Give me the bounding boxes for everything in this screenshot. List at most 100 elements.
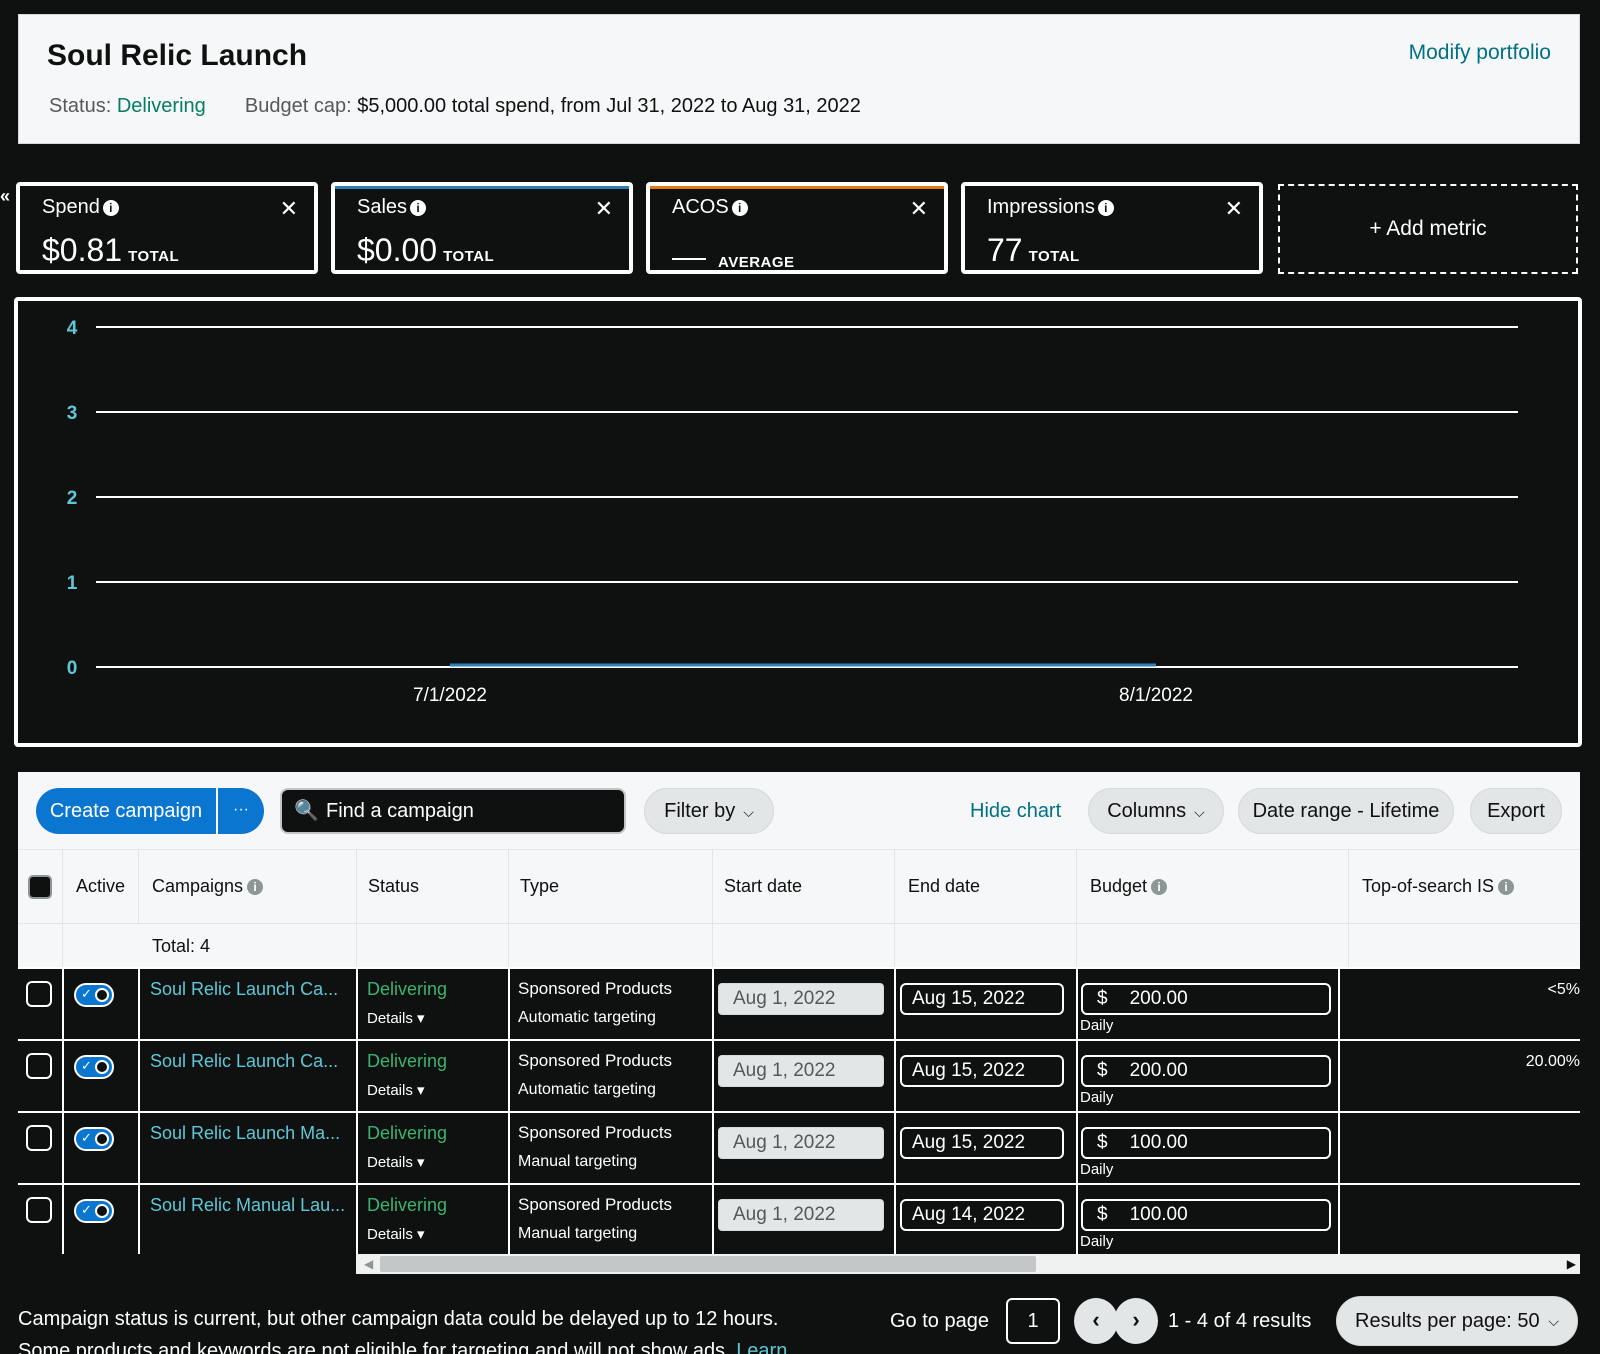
end-date-field[interactable]: Aug 14, 2022: [900, 1199, 1064, 1231]
close-icon[interactable]: ✕: [280, 196, 298, 222]
metric-label: Spend: [42, 196, 100, 218]
active-toggle[interactable]: ✓: [74, 1199, 114, 1223]
campaign-name-link[interactable]: Soul Relic Manual Lau...: [150, 1195, 345, 1216]
campaign-status: Delivering: [367, 1195, 448, 1215]
status-value: Delivering: [116, 95, 206, 117]
close-icon[interactable]: ✕: [910, 196, 928, 222]
budget-input[interactable]: $100.00: [1081, 1199, 1331, 1231]
metric-label: Impressions: [987, 196, 1095, 218]
next-page-button[interactable]: ›: [1114, 1298, 1158, 1344]
info-icon[interactable]: i: [102, 199, 119, 216]
go-to-page-input[interactable]: 1: [1006, 1298, 1060, 1344]
info-icon[interactable]: i: [410, 199, 427, 216]
campaign-targeting: Manual targeting: [518, 1225, 638, 1242]
hide-chart-link[interactable]: Hide chart: [970, 800, 1061, 823]
active-toggle[interactable]: ✓: [74, 983, 114, 1007]
campaign-name-link[interactable]: Soul Relic Launch Ca...: [150, 979, 338, 1000]
empty-value-dash: [672, 257, 706, 260]
y-tick-label: 4: [67, 318, 78, 339]
collapse-panel-icon[interactable]: «: [0, 186, 10, 207]
eligibility-note: Some products and keywords are not eligi…: [18, 1340, 787, 1354]
row-checkbox[interactable]: [26, 981, 52, 1007]
info-icon[interactable]: i: [1498, 879, 1515, 896]
row-checkbox[interactable]: [26, 1197, 52, 1223]
horizontal-scrollbar[interactable]: ◀ ▶: [18, 1254, 1580, 1274]
scroll-right-icon[interactable]: ▶: [1567, 1254, 1576, 1274]
table-row: ✓ Soul Relic Launch Ma... Delivering Det…: [18, 1111, 1580, 1185]
budget-input[interactable]: $100.00: [1081, 1127, 1331, 1159]
campaign-search-input[interactable]: 🔍 Find a campaign: [280, 788, 626, 834]
metric-unit: TOTAL: [128, 248, 180, 265]
learn-more-link[interactable]: Learn: [736, 1340, 787, 1354]
add-metric-button[interactable]: + Add metric: [1278, 184, 1578, 274]
metric-value: $0.00: [357, 232, 438, 268]
chevron-down-icon: ⌵: [1548, 1313, 1559, 1329]
results-per-page-select[interactable]: Results per page: 50 ⌵: [1336, 1296, 1578, 1346]
chart-svg: 0 1 2 3 4 7/1/2022 8/1/2022: [67, 318, 1518, 706]
budget-type: Daily: [1080, 1161, 1114, 1178]
filter-by-button[interactable]: Filter by ⌵: [644, 788, 774, 834]
scroll-thumb[interactable]: [380, 1256, 1036, 1272]
end-date-field[interactable]: Aug 15, 2022: [900, 1127, 1064, 1159]
col-header-type[interactable]: Type: [520, 876, 559, 897]
status-details-link[interactable]: Details ▾: [367, 1081, 425, 1099]
budget-cap-value: $5,000.00 total spend, from Jul 31, 2022…: [357, 95, 861, 117]
col-header-start-date[interactable]: Start date: [724, 876, 802, 897]
start-date-field: Aug 1, 2022: [718, 1199, 884, 1231]
create-campaign-button[interactable]: Create campaign: [36, 788, 216, 834]
more-options-button[interactable]: ···: [216, 788, 264, 834]
campaign-targeting: Automatic targeting: [518, 1009, 656, 1026]
scroll-left-icon[interactable]: ◀: [364, 1254, 373, 1274]
close-icon[interactable]: ✕: [1225, 196, 1243, 222]
top-of-search-is: <5%: [1547, 981, 1580, 998]
info-icon[interactable]: i: [731, 199, 748, 216]
metric-card-spend[interactable]: Spend i ✕ $0.81 TOTAL: [16, 182, 318, 274]
campaign-type: Sponsored Products: [518, 1051, 673, 1070]
table-row: ✓ Soul Relic Launch Ca... Delivering Det…: [18, 1039, 1580, 1113]
y-tick-label: 2: [67, 488, 78, 509]
end-date-field[interactable]: Aug 15, 2022: [900, 1055, 1064, 1087]
col-header-active[interactable]: Active: [76, 876, 125, 897]
col-header-top-of-search[interactable]: Top-of-search IS i: [1362, 876, 1515, 897]
select-all-checkbox[interactable]: [28, 875, 52, 899]
total-label: Total: 4: [152, 936, 211, 956]
date-range-button[interactable]: Date range - Lifetime: [1238, 788, 1454, 834]
status-label: Status:: [49, 95, 112, 117]
end-date-field[interactable]: Aug 15, 2022: [900, 983, 1064, 1015]
x-tick-label: 7/1/2022: [413, 685, 487, 706]
chevron-down-icon: ⌵: [743, 804, 754, 820]
col-header-end-date[interactable]: End date: [908, 876, 980, 897]
status-details-link[interactable]: Details ▾: [367, 1153, 425, 1171]
status-details-link[interactable]: Details ▾: [367, 1009, 425, 1027]
row-checkbox[interactable]: [26, 1053, 52, 1079]
table-row: ✓ Soul Relic Launch Ca... Delivering Det…: [18, 967, 1580, 1041]
campaign-type: Sponsored Products: [518, 979, 673, 998]
check-icon: ✓: [81, 1202, 92, 1217]
active-toggle[interactable]: ✓: [74, 1127, 114, 1151]
campaign-name-link[interactable]: Soul Relic Launch Ca...: [150, 1051, 338, 1072]
col-header-campaigns[interactable]: Campaigns i: [152, 876, 264, 897]
campaign-name-link[interactable]: Soul Relic Launch Ma...: [150, 1123, 340, 1144]
budget-input[interactable]: $200.00: [1081, 1055, 1331, 1087]
columns-button[interactable]: Columns ⌵: [1088, 788, 1224, 834]
metric-card-impressions[interactable]: Impressions i ✕ 77 TOTAL: [961, 182, 1263, 274]
metric-card-sales[interactable]: Sales i ✕ $0.00 TOTAL: [331, 182, 633, 274]
metric-card-acos[interactable]: ACOS i ✕ AVERAGE: [646, 182, 948, 274]
modify-portfolio-link[interactable]: Modify portfolio: [1409, 41, 1551, 65]
row-checkbox[interactable]: [26, 1125, 52, 1151]
check-icon: ✓: [81, 1058, 92, 1073]
budget-type: Daily: [1080, 1233, 1114, 1250]
export-button[interactable]: Export: [1470, 788, 1562, 834]
col-header-status[interactable]: Status: [368, 876, 419, 897]
close-icon[interactable]: ✕: [595, 196, 613, 222]
col-header-budget[interactable]: Budget i: [1090, 876, 1168, 897]
info-icon[interactable]: i: [247, 879, 264, 896]
budget-input[interactable]: $200.00: [1081, 983, 1331, 1015]
active-toggle[interactable]: ✓: [74, 1055, 114, 1079]
start-date-field: Aug 1, 2022: [718, 1055, 884, 1087]
info-icon[interactable]: i: [1097, 199, 1114, 216]
table-row: ✓ Soul Relic Manual Lau... Delivering De…: [18, 1183, 1580, 1257]
info-icon[interactable]: i: [1151, 879, 1168, 896]
status-details-link[interactable]: Details ▾: [367, 1225, 425, 1243]
prev-page-button[interactable]: ‹: [1074, 1298, 1118, 1344]
